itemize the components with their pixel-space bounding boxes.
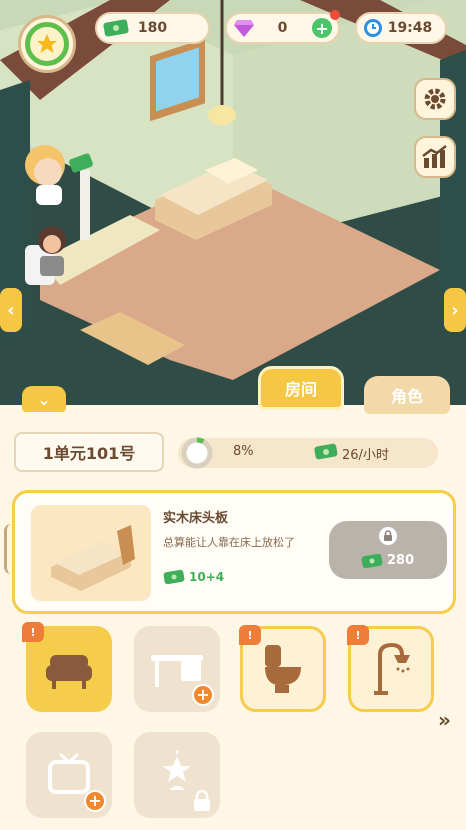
- tab-character[interactable]: 角色: [364, 376, 450, 414]
- cash-icon: [361, 553, 383, 569]
- clock-display: 19:48: [355, 12, 447, 44]
- chevron-down-icon: ⌄: [37, 389, 51, 409]
- more-slots-button[interactable]: »: [438, 708, 451, 732]
- item-title: 实木床头板: [163, 511, 229, 526]
- progress-text: 8%: [233, 444, 254, 459]
- slot-desk[interactable]: +: [134, 626, 220, 712]
- gear-icon: [424, 88, 446, 110]
- chevron-right-icon: ›: [451, 299, 459, 321]
- prev-room-button[interactable]: ‹: [0, 288, 22, 332]
- progress-ring: [181, 437, 213, 469]
- gem-value: 0: [277, 20, 288, 36]
- item-reward-value: 10+4: [189, 570, 225, 584]
- room-name-plate: 1单元101号: [14, 432, 164, 472]
- add-gems-button[interactable]: +: [312, 18, 332, 38]
- level-badge[interactable]: [18, 15, 76, 73]
- ring-binder-left: [4, 524, 18, 574]
- tab-character-label: 角色: [390, 387, 423, 406]
- slot-toilet[interactable]: !: [239, 625, 326, 712]
- slot-shower[interactable]: !: [347, 625, 434, 712]
- lock-icon: [379, 527, 397, 545]
- lock-icon: [192, 789, 212, 812]
- slot-lamp[interactable]: [134, 732, 220, 818]
- gem-counter: 0 +: [225, 10, 340, 44]
- alert-badge: !: [347, 625, 369, 645]
- toilet-icon: [265, 645, 301, 693]
- cash-value: 180: [137, 20, 168, 36]
- next-room-button[interactable]: ›: [444, 288, 466, 332]
- clock-value: 19:48: [387, 20, 433, 36]
- tv-icon: [48, 752, 90, 794]
- cash-icon: [163, 569, 185, 585]
- cash-counter: 180: [95, 12, 210, 44]
- level-ring: [25, 22, 69, 66]
- room-stats-bar: 8% 26/小时: [178, 437, 438, 469]
- stats-button[interactable]: [414, 136, 456, 178]
- cash-icon: [103, 19, 129, 37]
- add-furniture-icon: +: [84, 790, 106, 812]
- room-scene: 180 0 + 19:48 ‹ ›: [0, 0, 466, 410]
- item-description: 总算能让人靠在床上放松了: [163, 536, 295, 549]
- alert-badge: !: [22, 622, 44, 642]
- chart-icon: [422, 145, 447, 168]
- item-card: 实木床头板 总算能让人靠在床上放松了 10+4 280: [12, 490, 456, 614]
- slot-sofa[interactable]: !: [22, 622, 112, 712]
- tab-room-label: 房间: [284, 380, 317, 399]
- room-name: 1单元101号: [42, 444, 136, 463]
- item-reward: 10+4: [163, 569, 224, 585]
- settings-button[interactable]: [414, 78, 456, 120]
- buy-item-button[interactable]: 280: [329, 521, 447, 579]
- clock-icon: [364, 19, 382, 37]
- add-furniture-icon: +: [192, 684, 214, 706]
- slot-tv[interactable]: +: [26, 732, 112, 818]
- chevron-left-icon: ‹: [7, 299, 15, 321]
- bed-icon: [51, 525, 135, 591]
- item-price: 280: [387, 553, 415, 568]
- cash-icon: [314, 443, 338, 460]
- income-rate: 26/小时: [342, 448, 389, 463]
- tab-room[interactable]: 房间: [258, 366, 344, 410]
- notification-dot: [330, 10, 340, 20]
- alert-badge: !: [239, 625, 261, 645]
- sofa-icon: [46, 655, 92, 689]
- star-icon: [37, 34, 57, 53]
- double-chevron-right-icon: »: [438, 708, 451, 732]
- gem-icon: [234, 20, 254, 37]
- collapse-panel-button[interactable]: ⌄: [22, 386, 66, 412]
- shower-icon: [374, 642, 410, 695]
- item-thumbnail: [31, 505, 151, 601]
- plus-icon: +: [315, 18, 329, 38]
